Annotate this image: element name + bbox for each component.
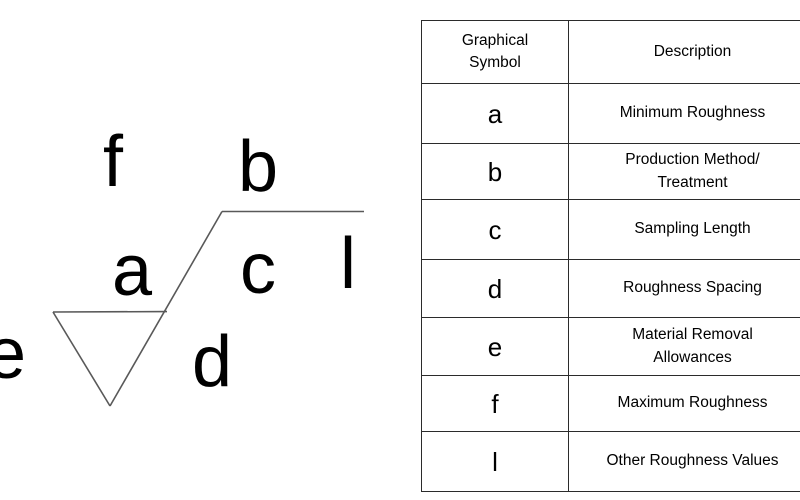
row-description-f-line1: Maximum Roughness <box>617 394 768 412</box>
row-description-a: Minimum Roughness <box>568 83 800 144</box>
row-description-e-line2: Allowances <box>653 348 732 366</box>
diagram-label-a: a <box>112 231 153 311</box>
table-row: c Sampling Length <box>421 199 800 260</box>
row-description-b-line2: Treatment <box>657 173 728 191</box>
diagram-label-c: c <box>240 229 276 309</box>
diagram-label-b: b <box>238 127 279 207</box>
table-header-row: Graphical Symbol Description <box>421 20 800 84</box>
table-row: b Production Method/ Treatment <box>421 143 800 200</box>
row-description-l-line1: Other Roughness Values <box>606 452 779 470</box>
header-graphical-symbol: Graphical Symbol <box>421 20 569 84</box>
row-description-e-line1: Material Removal <box>632 326 753 344</box>
table-row: f Maximum Roughness <box>421 375 800 432</box>
row-description-b-line1: Production Method/ <box>625 151 760 169</box>
header-graphical-symbol-line1: Graphical <box>461 31 529 49</box>
row-symbol-c: c <box>421 199 569 260</box>
row-symbol-e: e <box>421 317 569 376</box>
row-description-c: Sampling Length <box>568 199 800 260</box>
symbol-short-leg <box>52 311 111 407</box>
header-graphical-symbol-line2: Symbol <box>469 54 521 71</box>
table-row: e Material Removal Allowances <box>421 317 800 376</box>
header-description: Description <box>568 20 800 84</box>
surface-finish-diagram: e f a b c d l <box>0 0 410 500</box>
diagram-label-e: e <box>0 314 27 394</box>
row-description-f: Maximum Roughness <box>568 375 800 432</box>
row-description-d: Roughness Spacing <box>568 259 800 318</box>
row-description-b: Production Method/ Treatment <box>568 143 800 200</box>
table-row: l Other Roughness Values <box>421 431 800 492</box>
row-description-l: Other Roughness Values <box>568 431 800 492</box>
row-description-c-line1: Sampling Length <box>634 220 751 238</box>
row-symbol-f: f <box>421 375 569 432</box>
row-description-d-line1: Roughness Spacing <box>623 279 762 297</box>
diagram-label-l: l <box>340 224 356 304</box>
diagram-label-d: d <box>192 322 233 402</box>
row-symbol-d: d <box>421 259 569 318</box>
legend-table: Graphical Symbol Description a Minimum R… <box>421 20 800 492</box>
surface-finish-legend-page: e f a b c d l Graphical Symbol Descripti… <box>0 0 800 500</box>
table-row: a Minimum Roughness <box>421 83 800 144</box>
row-description-e: Material Removal Allowances <box>568 317 800 376</box>
row-symbol-a: a <box>421 83 569 144</box>
row-symbol-l: l <box>421 431 569 492</box>
row-symbol-b: b <box>421 143 569 200</box>
table-row: d Roughness Spacing <box>421 259 800 318</box>
row-description-a-line1: Minimum Roughness <box>619 104 766 122</box>
diagram-label-f: f <box>103 122 124 202</box>
